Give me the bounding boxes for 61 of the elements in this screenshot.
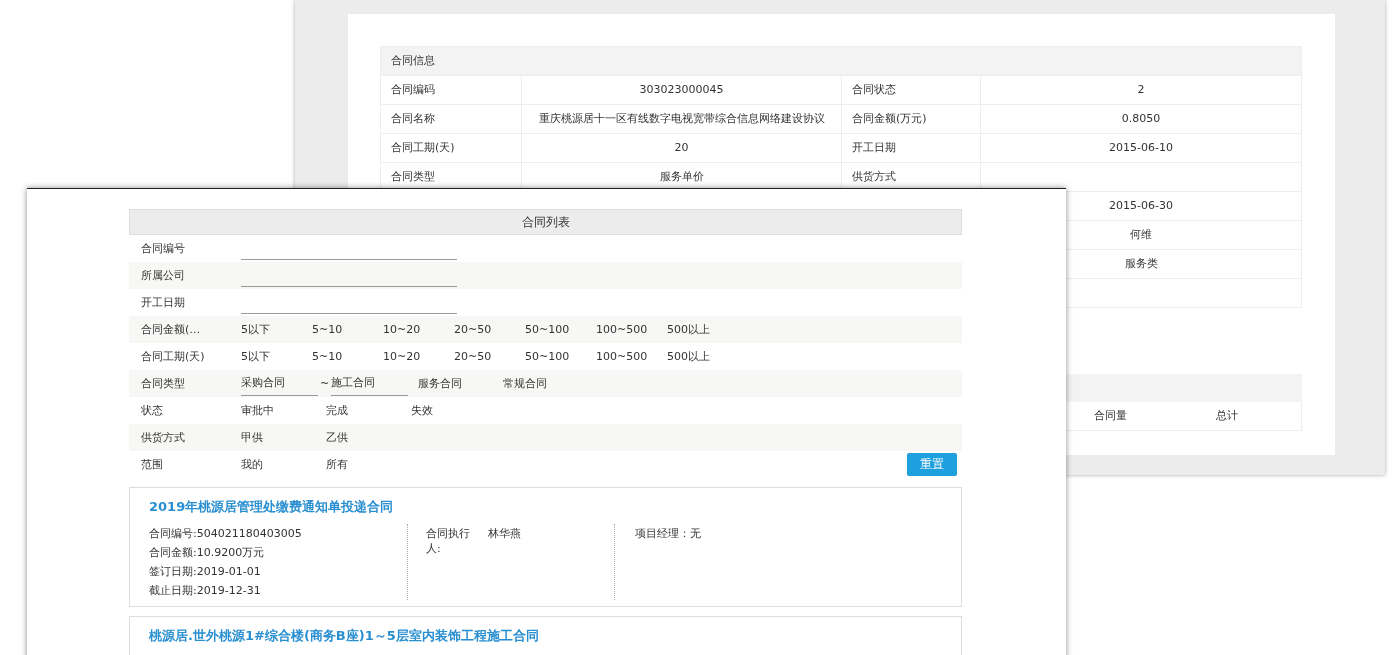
select-field[interactable]: 施工合同 — [331, 372, 409, 396]
table-cell: 合同金额(万元) — [841, 105, 980, 133]
contract-detail: 合同金额:10.9200万元 — [149, 545, 266, 561]
executor-name: 林华燕 — [488, 526, 521, 541]
table-cell-text: 合同编码 — [390, 82, 436, 98]
table-cell: 开工日期 — [841, 134, 980, 162]
contract-title[interactable]: 桃源居.世外桃源1#综合楼(商务B座)1～5层室内装饰工程施工合同 — [149, 627, 942, 645]
filter-label: 合同工期(天) — [140, 349, 206, 364]
range-separator: ~ — [319, 377, 331, 390]
table-cell: 重庆桃源居十一区有线数字电视宽带综合信息网络建设协议 — [521, 105, 841, 133]
select-field[interactable]: 采购合同 — [241, 372, 318, 396]
filter-option[interactable]: 50~100 — [525, 350, 596, 363]
filter-label: 供货方式 — [140, 430, 186, 445]
column-header: 合同量 — [1092, 408, 1128, 424]
filter-option[interactable]: 常规合同 — [503, 376, 589, 391]
filter-label: 合同编号 — [140, 241, 186, 256]
filter-option[interactable]: 100~500 — [596, 350, 667, 363]
filter-option[interactable]: 10~20 — [383, 323, 454, 336]
filter-label: 合同金额(… — [140, 322, 202, 337]
filter-option[interactable]: 500以上 — [667, 322, 738, 337]
table-cell: 2015-06-10 — [980, 134, 1301, 162]
filter-label: 开工日期 — [140, 295, 186, 310]
filter-option[interactable]: 失效 — [411, 403, 496, 418]
filter-option[interactable]: 我的 — [241, 457, 326, 472]
filter-label: 范围 — [140, 457, 164, 472]
filter-option[interactable]: 甲供 — [241, 430, 326, 445]
filter-label: 所属公司 — [140, 268, 186, 283]
filter-option[interactable]: 所有 — [326, 457, 411, 472]
filter-option[interactable]: 审批中 — [241, 403, 326, 418]
filter-option[interactable]: 乙供 — [326, 430, 411, 445]
table-cell: 合同状态 — [841, 76, 980, 104]
table-cell: 303023000045 — [521, 76, 841, 104]
table-cell-text: 合同名称 — [390, 111, 436, 127]
project-manager: 项目经理：无 — [635, 526, 701, 541]
filter-option[interactable]: 5以下 — [241, 322, 312, 337]
contract-detail: 截止日期:2019-12-31 — [149, 583, 262, 599]
filter-option[interactable]: 10~20 — [383, 350, 454, 363]
table-cell-text: 合同工期(天) — [390, 140, 456, 156]
filter-option[interactable]: 500以上 — [667, 349, 738, 364]
filter-option[interactable]: 100~500 — [596, 323, 667, 336]
filter-label: 合同类型 — [140, 376, 186, 391]
table-header: 合同信息 — [381, 47, 1301, 75]
filter-option[interactable]: 完成 — [326, 403, 411, 418]
filter-option[interactable]: 5~10 — [312, 350, 383, 363]
filter-label: 状态 — [140, 403, 164, 418]
table-cell: 0.8050 — [980, 105, 1301, 133]
contract-detail: 签订日期:2019-01-01 — [149, 564, 262, 580]
executor-label: 合同执行人: — [426, 526, 471, 556]
filter-option[interactable]: 50~100 — [525, 323, 596, 336]
contract-title[interactable]: 2019年桃源居管理处缴费通知单投递合同 — [149, 498, 942, 516]
table-cell: 20 — [521, 134, 841, 162]
filter-option[interactable]: 服务合同 — [418, 376, 504, 391]
filter-option[interactable]: 5~10 — [312, 323, 383, 336]
contract-detail: 合同编号:504021180403005 — [149, 526, 303, 542]
table-cell: 2 — [980, 76, 1301, 104]
table-cell-text: 合同类型 — [390, 169, 436, 185]
column-header: 总计 — [1215, 408, 1239, 424]
panel-title: 合同列表 — [129, 209, 962, 235]
filter-option[interactable]: 20~50 — [454, 350, 525, 363]
filter-option[interactable]: 20~50 — [454, 323, 525, 336]
filter-option[interactable]: 5以下 — [241, 349, 312, 364]
